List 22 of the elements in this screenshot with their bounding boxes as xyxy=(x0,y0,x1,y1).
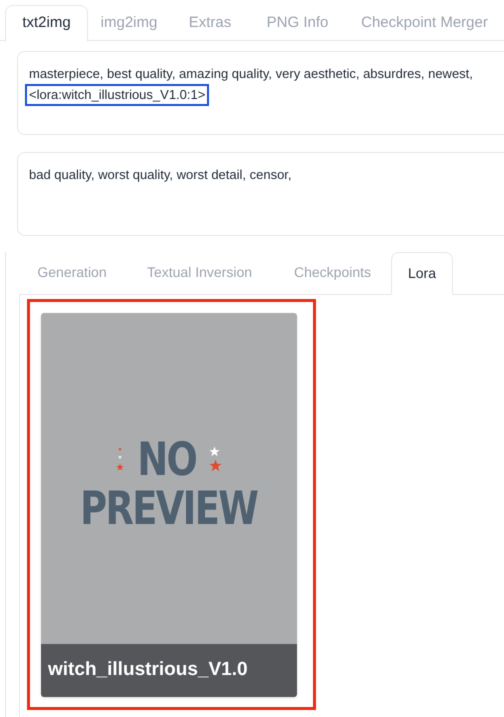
negative-prompt-field[interactable]: bad quality, worst quality, worst detail, censor, xyxy=(17,152,504,236)
tab[interactable]: Generation xyxy=(19,251,125,294)
model-card[interactable]: NO PREVIEW witch_illustrious_V1.0 xyxy=(41,313,297,697)
tab[interactable]: PNG Info xyxy=(250,5,345,42)
tab[interactable]: Checkpoints xyxy=(274,251,391,294)
prompt-text: masterpiece, best quality, amazing quality, very aesthetic, absurdres, newest, xyxy=(29,65,474,83)
tab[interactable]: Extras xyxy=(170,5,250,42)
preview-text: PREVIEW xyxy=(80,482,258,532)
highlighted-text: <lora:witch_illustrious_V1.0:1> xyxy=(25,84,210,106)
preview-text: NO xyxy=(137,434,196,482)
star-icon xyxy=(116,462,124,470)
star-icon xyxy=(209,458,222,472)
prompt-field[interactable]: masterpiece, best quality, amazing quality, very aesthetic, absurdres, newest, <lora:witch_illustrious_V1.0:1> xyxy=(17,51,504,135)
tab[interactable]: txt2img xyxy=(5,5,88,42)
tab[interactable]: Lora xyxy=(391,252,453,295)
star-icon xyxy=(209,446,220,456)
card-caption: witch_illustrious_V1.0 xyxy=(41,644,297,697)
tab[interactable]: img2img xyxy=(88,5,170,42)
star-icon xyxy=(118,454,122,458)
star-icon xyxy=(118,446,122,450)
tab[interactable]: Checkpoint Merger xyxy=(345,5,504,42)
tab[interactable]: Textual Inversion xyxy=(125,251,274,294)
